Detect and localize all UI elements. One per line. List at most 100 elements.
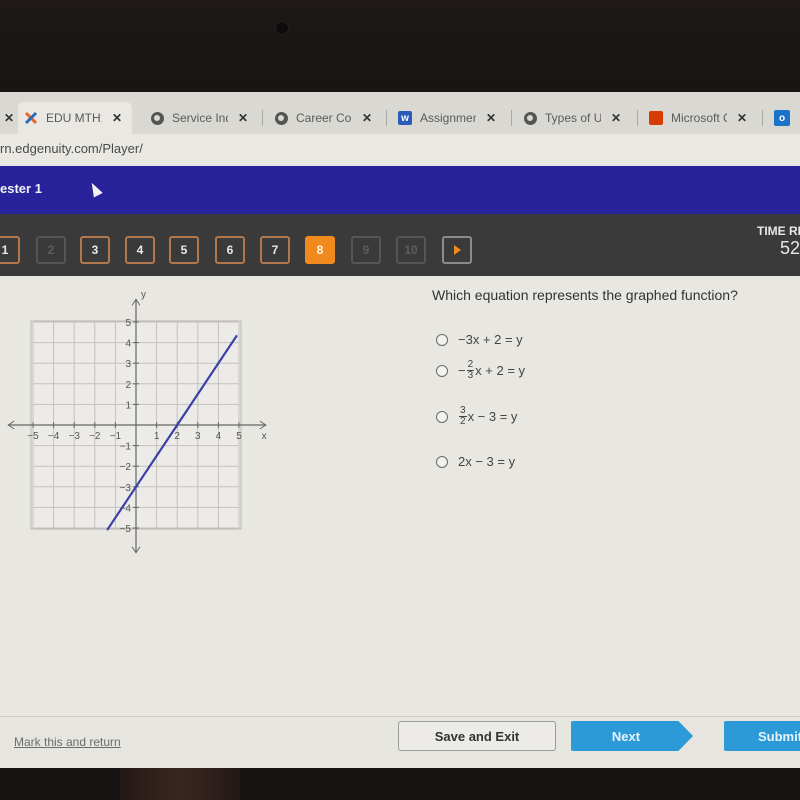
tab-microsoft[interactable]: Microsoft C ✕ — [649, 102, 747, 134]
x-tick-label: 3 — [195, 431, 201, 442]
submit-button[interactable]: Submit — [724, 721, 800, 751]
office-icon — [649, 111, 663, 125]
tab-title: Career Con — [296, 111, 352, 125]
option-text: x + 2 = y — [475, 363, 526, 378]
tab-title: Types of Ut — [545, 111, 601, 125]
question-button-9: 9 — [351, 236, 381, 264]
y-tick-label: −1 — [120, 442, 132, 453]
answer-option-4[interactable]: 2x − 3 = y — [436, 454, 515, 469]
webcam — [276, 22, 288, 34]
question-button-5[interactable]: 5 — [169, 236, 199, 264]
answer-option-2[interactable]: − 2 3 x + 2 = y — [436, 360, 525, 381]
tab-title: Service Ind — [172, 111, 228, 125]
course-title: ester 1 — [0, 181, 42, 196]
fraction: 2 3 — [466, 360, 475, 381]
tab-outlook[interactable]: o — [774, 102, 798, 134]
radio-button[interactable] — [436, 410, 448, 423]
y-tick-label: −5 — [120, 524, 132, 535]
tab-separator — [637, 110, 638, 126]
tab-types-of-ut[interactable]: Types of Ut ✕ — [523, 102, 621, 134]
time-remaining-value: 52 — [780, 238, 800, 258]
play-arrow-icon — [453, 245, 461, 255]
mouse-cursor-icon — [87, 180, 103, 198]
footer-bar: Mark this and return Save and Exit Next … — [0, 716, 800, 768]
globe-icon — [523, 111, 537, 125]
radio-button[interactable] — [436, 333, 448, 346]
word-icon: w — [398, 111, 412, 125]
x-axis-label: x — [262, 431, 267, 442]
y-axis-label: y — [141, 289, 146, 300]
x-tick-label: 5 — [236, 431, 242, 442]
y-tick-label: 1 — [125, 400, 131, 411]
mark-and-return-link[interactable]: Mark this and return — [14, 735, 121, 749]
edgenuity-x-icon — [24, 111, 38, 125]
tab-bar: ✕ EDU MTH1 ✕ Service Ind ✕ Career Con ✕ … — [0, 92, 800, 134]
answer-option-1[interactable]: −3x + 2 = y — [436, 332, 523, 347]
close-icon[interactable]: ✕ — [112, 111, 122, 125]
question-content: −5 −4 −3 −2 −1 1 2 3 4 5 −5 −4 −3 −2 −1 1 2 3 4 5 x y Which e… — [0, 276, 800, 716]
tab-edu-mth[interactable]: EDU MTH1 ✕ — [18, 102, 133, 134]
x-tick-label: 2 — [174, 431, 180, 442]
address-bar[interactable]: rn.edgenuity.com/Player/ — [0, 134, 800, 164]
coordinate-graph: −5 −4 −3 −2 −1 1 2 3 4 5−5−4−3−2−112345xy — [7, 289, 267, 554]
question-button-8[interactable]: 8 — [305, 236, 335, 264]
x-tick-label: 4 — [216, 431, 222, 442]
tab-title: Microsoft C — [671, 111, 727, 125]
denominator: 3 — [467, 370, 474, 381]
close-icon[interactable]: ✕ — [486, 111, 496, 125]
monitor-bezel-top — [0, 0, 800, 92]
tab-partial[interactable]: ✕ — [0, 102, 14, 134]
answer-option-3[interactable]: 3 2 x − 3 = y — [436, 406, 517, 427]
close-icon[interactable]: ✕ — [4, 111, 14, 125]
question-button-3[interactable]: 3 — [80, 236, 110, 264]
radio-button[interactable] — [436, 455, 448, 468]
question-button-6[interactable]: 6 — [215, 236, 245, 264]
course-header: ester 1 — [0, 166, 800, 214]
tab-title: EDU MTH1 — [46, 111, 102, 125]
x-tick-label: −2 — [89, 431, 101, 442]
tab-separator — [386, 110, 387, 126]
x-tick-label: −4 — [48, 431, 60, 442]
radio-button[interactable] — [436, 364, 448, 377]
tab-separator — [262, 110, 263, 126]
tab-career-con[interactable]: Career Con ✕ — [274, 102, 372, 134]
close-icon[interactable]: ✕ — [611, 111, 621, 125]
x-tick-label: −5 — [27, 431, 39, 442]
option-text: 2x − 3 = y — [458, 454, 516, 469]
next-button[interactable]: Next — [571, 721, 693, 751]
outlook-icon: o — [774, 110, 790, 126]
option-text: x − 3 = y — [467, 409, 518, 424]
question-button-7[interactable]: 7 — [260, 236, 290, 264]
question-button-4[interactable]: 4 — [125, 236, 155, 264]
y-tick-label: −3 — [120, 483, 132, 494]
globe-icon — [274, 111, 288, 125]
option-sign: − — [458, 363, 466, 378]
y-tick-label: 5 — [125, 318, 131, 329]
url-text[interactable]: rn.edgenuity.com/Player/ — [0, 141, 143, 156]
x-tick-label: −3 — [68, 431, 80, 442]
save-and-exit-button[interactable]: Save and Exit — [398, 721, 556, 751]
tab-assignment[interactable]: w Assignmen ✕ — [398, 102, 496, 134]
tab-service-ind[interactable]: Service Ind ✕ — [150, 102, 248, 134]
tab-separator — [762, 110, 763, 126]
x-tick-label: 1 — [154, 431, 160, 442]
denominator: 2 — [460, 416, 466, 427]
tab-separator — [511, 110, 512, 126]
y-tick-label: 4 — [125, 339, 131, 350]
y-tick-label: 3 — [125, 359, 131, 370]
option-text: −3x + 2 = y — [458, 332, 523, 347]
question-button-1[interactable]: 1 — [0, 236, 20, 264]
close-icon[interactable]: ✕ — [737, 111, 747, 125]
close-icon[interactable]: ✕ — [238, 111, 248, 125]
tab-title: Assignmen — [420, 111, 476, 125]
background-hand — [120, 768, 240, 800]
browser-window: ✕ EDU MTH1 ✕ Service Ind ✕ Career Con ✕ … — [0, 92, 800, 768]
fraction: 3 2 — [459, 406, 467, 427]
time-remaining-label: TIME RE — [757, 224, 800, 238]
question-button-10: 10 — [396, 236, 426, 264]
y-tick-label: 2 — [125, 380, 131, 391]
next-question-arrow-button[interactable] — [442, 236, 472, 264]
globe-icon — [150, 111, 164, 125]
close-icon[interactable]: ✕ — [362, 111, 372, 125]
question-text: Which equation represents the graphed fu… — [432, 287, 738, 303]
